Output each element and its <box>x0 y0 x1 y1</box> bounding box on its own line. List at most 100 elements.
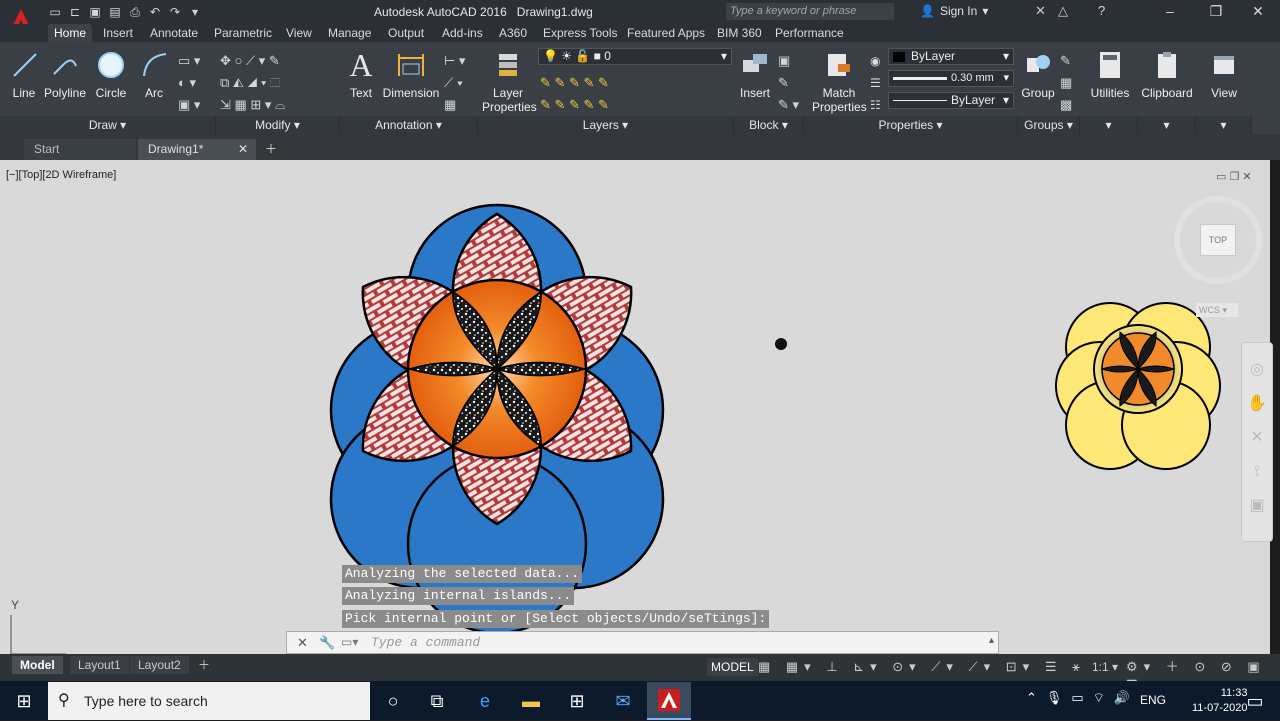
groups-small-tools[interactable]: ✎ ▦ ▩ <box>1060 50 1072 116</box>
model-space-button[interactable]: MODEL <box>707 658 758 676</box>
tab-insert[interactable]: Insert <box>97 24 139 42</box>
tab-add-ins[interactable]: Add-ins <box>436 24 489 42</box>
color-dropdown[interactable]: ByLayer ▾ <box>888 48 1014 65</box>
task-view-icon[interactable]: ⧉ <box>424 688 450 714</box>
tab-a360[interactable]: A360 <box>493 24 533 42</box>
taskbar-clock[interactable]: 11:33 11-07-2020 <box>1192 686 1247 716</box>
minimize-button[interactable]: – <box>1148 0 1192 24</box>
help-search-input[interactable]: Type a keyword or phrase <box>726 3 894 20</box>
color-swatch <box>893 51 905 62</box>
new-layout-button[interactable]: ＋ <box>194 656 214 674</box>
tab-view[interactable]: View <box>280 24 318 42</box>
match-properties-button[interactable]: Match Properties <box>812 48 867 114</box>
drawing-tab[interactable]: Drawing1* ✕ <box>138 139 256 160</box>
small-flower-drawing[interactable] <box>1055 302 1221 470</box>
annotation-scale[interactable]: 1:1 ▾ <box>1092 658 1118 676</box>
save-icon[interactable]: ▣ <box>88 5 102 19</box>
tab-bim360[interactable]: BIM 360 <box>711 24 768 42</box>
command-history-toggle[interactable]: ▴ <box>989 635 994 646</box>
panel-modify-label[interactable]: Modify ▾ <box>216 116 340 134</box>
file-explorer-icon[interactable]: ▬ <box>518 688 544 714</box>
viewcube[interactable]: TOP <box>1174 196 1262 296</box>
layer-properties-button[interactable]: Layer Properties <box>482 48 537 114</box>
customize-icon[interactable]: 🔧 <box>319 635 335 651</box>
modify-tools[interactable]: ✥ ○ ⟋ ▾ ✎ ⧉ ◭ ◢ ▾ ⬚ ⇲ ▦ ⊞ ▾ ⌓ <box>220 50 332 116</box>
mail-icon[interactable]: ✉ <box>610 688 636 714</box>
help-icon[interactable]: ? <box>1098 3 1105 18</box>
close-command-icon[interactable]: ✕ <box>297 635 308 651</box>
command-line[interactable]: ✕ 🔧 ▭▾ Type a command ▴ <box>286 631 999 654</box>
notifications-icon[interactable]: ▭ <box>1242 688 1268 714</box>
panel-layers-label[interactable]: Layers ▾ <box>478 116 734 134</box>
panel-groups-label[interactable]: Groups ▾ <box>1018 116 1080 134</box>
arc-button[interactable]: Arc <box>138 48 170 100</box>
tab-annotate[interactable]: Annotate <box>144 24 204 42</box>
print-icon[interactable]: ⎙ <box>128 5 142 19</box>
command-input[interactable]: Type a command <box>371 635 480 650</box>
edge-browser-icon[interactable]: e <box>472 688 498 714</box>
save-as-icon[interactable]: ▤ <box>108 5 122 19</box>
tab-performance[interactable]: Performance <box>769 24 850 42</box>
view-button[interactable]: View <box>1202 48 1246 100</box>
tab-manage[interactable]: Manage <box>322 24 377 42</box>
navigation-bar[interactable]: ◎ ✋ ✕ ⟟ ▣ <box>1241 342 1273 542</box>
dimension-button[interactable]: Dimension <box>382 48 440 100</box>
autocad-taskbar-button[interactable] <box>647 682 691 720</box>
panel-draw-label[interactable]: Draw ▾ <box>0 116 216 134</box>
system-tray-icons[interactable]: ⌃🎙▭⌔🔊 <box>1026 690 1139 706</box>
customize-qat-icon[interactable]: ▾ <box>188 5 202 19</box>
line-button[interactable]: Line <box>8 48 40 100</box>
clipboard-button[interactable]: Clipboard <box>1140 48 1194 100</box>
status-toggles[interactable]: ▦ ▦▾ ⊥ ⊾▾ ⊙▾ ⟋▾ ⟋▾ ⊡▾ ☰ ⚹ <box>758 658 1086 676</box>
new-file-icon[interactable]: ▭ <box>48 5 62 19</box>
utilities-button[interactable]: Utilities <box>1086 48 1134 100</box>
exchange-icon[interactable]: ✕ <box>1035 3 1046 19</box>
nav-tools-icons[interactable]: ◎ ✋ ✕ ⟟ ▣ <box>1242 353 1272 523</box>
drawing-svg <box>10 203 1221 654</box>
text-button[interactable]: A Text <box>344 47 378 101</box>
layer-dropdown[interactable]: 💡 ☀ 🔓 ■ 0 ▾ <box>538 48 732 65</box>
layout-tab-model[interactable]: Model <box>12 656 63 674</box>
close-button[interactable]: ✕ <box>1236 0 1280 24</box>
panel-utilities-label[interactable]: ▾ <box>1080 116 1138 134</box>
sign-in-button[interactable]: 👤 Sign In ▾ <box>920 4 988 18</box>
taskbar-search-box[interactable]: ⚲ Type here to search <box>48 682 370 720</box>
store-icon[interactable]: ⊞ <box>564 688 590 714</box>
layout-tab-layout2[interactable]: Layout2 <box>130 656 189 674</box>
lineweight-dropdown[interactable]: 0.30 mm ▾ <box>888 70 1014 87</box>
group-button[interactable]: Group <box>1020 48 1056 100</box>
a360-icon[interactable]: △ <box>1058 3 1068 19</box>
draw-small-tools[interactable]: ▭ ▾ ◐ ▾ ▣ ▾ <box>178 50 200 116</box>
layout-tab-layout1[interactable]: Layout1 <box>70 656 129 674</box>
insert-button[interactable]: Insert <box>738 48 772 100</box>
circle-button[interactable]: Circle <box>92 48 130 100</box>
annotation-small-tools[interactable]: ⊢ ▾ ⟋ ▾ ▦ <box>444 50 465 116</box>
wcs-menu[interactable]: WCS ▾ <box>1196 303 1238 317</box>
redo-icon[interactable]: ↷ <box>168 5 182 19</box>
start-tab[interactable]: Start <box>24 139 136 160</box>
close-tab-icon[interactable]: ✕ <box>238 139 248 159</box>
cortana-icon[interactable]: ○ <box>380 688 406 714</box>
panel-clipboard-label[interactable]: ▾ <box>1138 116 1196 134</box>
tab-parametric[interactable]: Parametric <box>208 24 278 42</box>
panel-annotation-label[interactable]: Annotation ▾ <box>340 116 478 134</box>
block-small-tools[interactable]: ▣ ✎ ✎ ▾ <box>778 50 799 116</box>
user-icon: 👤 <box>920 4 935 18</box>
new-tab-button[interactable]: ＋ <box>260 139 282 160</box>
panel-properties-label[interactable]: Properties ▾ <box>804 116 1018 134</box>
language-indicator[interactable]: ENG <box>1140 693 1166 707</box>
panel-block-label[interactable]: Block ▾ <box>734 116 804 134</box>
open-file-icon[interactable]: ⊏ <box>68 5 82 19</box>
polyline-button[interactable]: Polyline <box>42 48 88 100</box>
windows-start-icon[interactable]: ⊞ <box>11 688 37 714</box>
undo-icon[interactable]: ↶ <box>148 5 162 19</box>
tab-output[interactable]: Output <box>382 24 430 42</box>
tab-home[interactable]: Home <box>48 24 93 42</box>
layer-tools[interactable]: ✎ ✎ ✎ ✎ ✎ ✎ ✎ ✎ ✎ ✎ <box>540 72 609 116</box>
maximize-button[interactable]: ❐ <box>1194 0 1238 24</box>
linetype-dropdown[interactable]: ByLayer ▾ <box>888 92 1014 109</box>
viewcube-compass-ring[interactable] <box>1174 196 1262 284</box>
tab-featured-apps[interactable]: Featured Apps <box>621 24 711 42</box>
tab-express-tools[interactable]: Express Tools <box>537 24 623 42</box>
panel-view-label[interactable]: ▾ <box>1196 116 1252 134</box>
